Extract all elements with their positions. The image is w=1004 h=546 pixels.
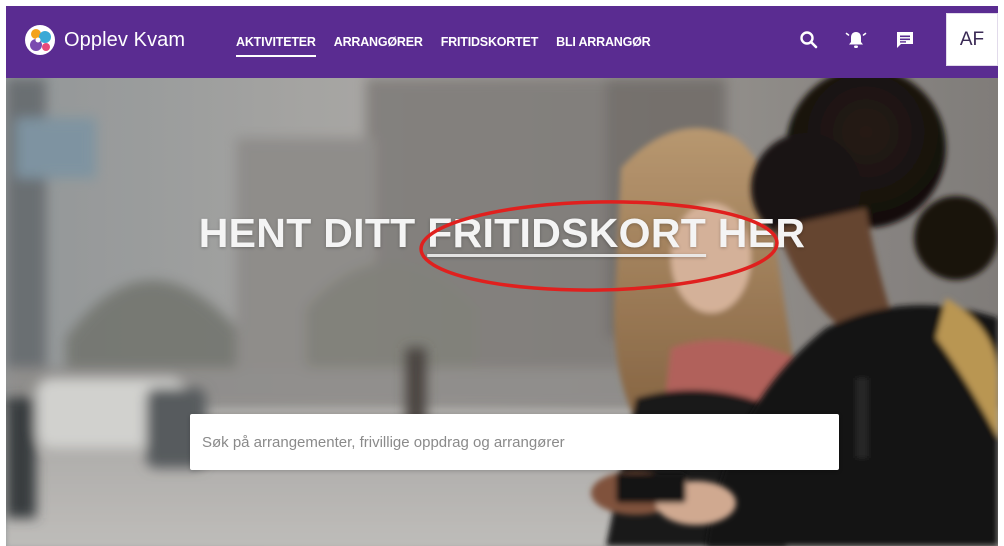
brand-name: Opplev Kvam [64, 28, 186, 51]
hero-banner: HENT DITT FRITIDSKORT HER [6, 78, 998, 546]
avatar-initials: AF [959, 28, 985, 50]
search-button[interactable] [795, 26, 823, 54]
fritidskort-link[interactable]: FRITIDSKORT [427, 210, 706, 256]
chat-icon [897, 32, 913, 48]
messages-button[interactable] [891, 26, 919, 54]
main-nav: AKTIVITETER ARRANGØRER FRITIDSKORTET BLI… [236, 6, 669, 78]
hero-background-photo [6, 78, 998, 546]
hero-title-suffix: HER [706, 210, 806, 256]
top-navigation-bar: Opplev Kvam AKTIVITETER ARRANGØRER FRITI… [6, 6, 998, 78]
app-window: Opplev Kvam AKTIVITETER ARRANGØRER FRITI… [6, 6, 998, 546]
nav-item-bli-arrangor[interactable]: BLI ARRANGØR [556, 34, 651, 50]
nav-item-fritidskortet[interactable]: FRITIDSKORTET [441, 34, 539, 50]
hero-title: HENT DITT FRITIDSKORT HER [6, 210, 998, 257]
nav-item-arrangorer[interactable]: ARRANGØRER [334, 34, 423, 50]
search-icon [800, 31, 818, 49]
search-input[interactable] [190, 414, 839, 470]
nav-item-aktiviteter[interactable]: AKTIVITETER [236, 34, 316, 57]
hero-title-prefix: HENT DITT [198, 210, 428, 256]
notifications-button[interactable] [842, 26, 870, 54]
brand-link[interactable]: Opplev Kvam [24, 24, 185, 56]
bell-icon [845, 32, 867, 48]
brand-logo-icon [25, 25, 55, 55]
user-avatar-button[interactable]: AF [946, 13, 998, 66]
